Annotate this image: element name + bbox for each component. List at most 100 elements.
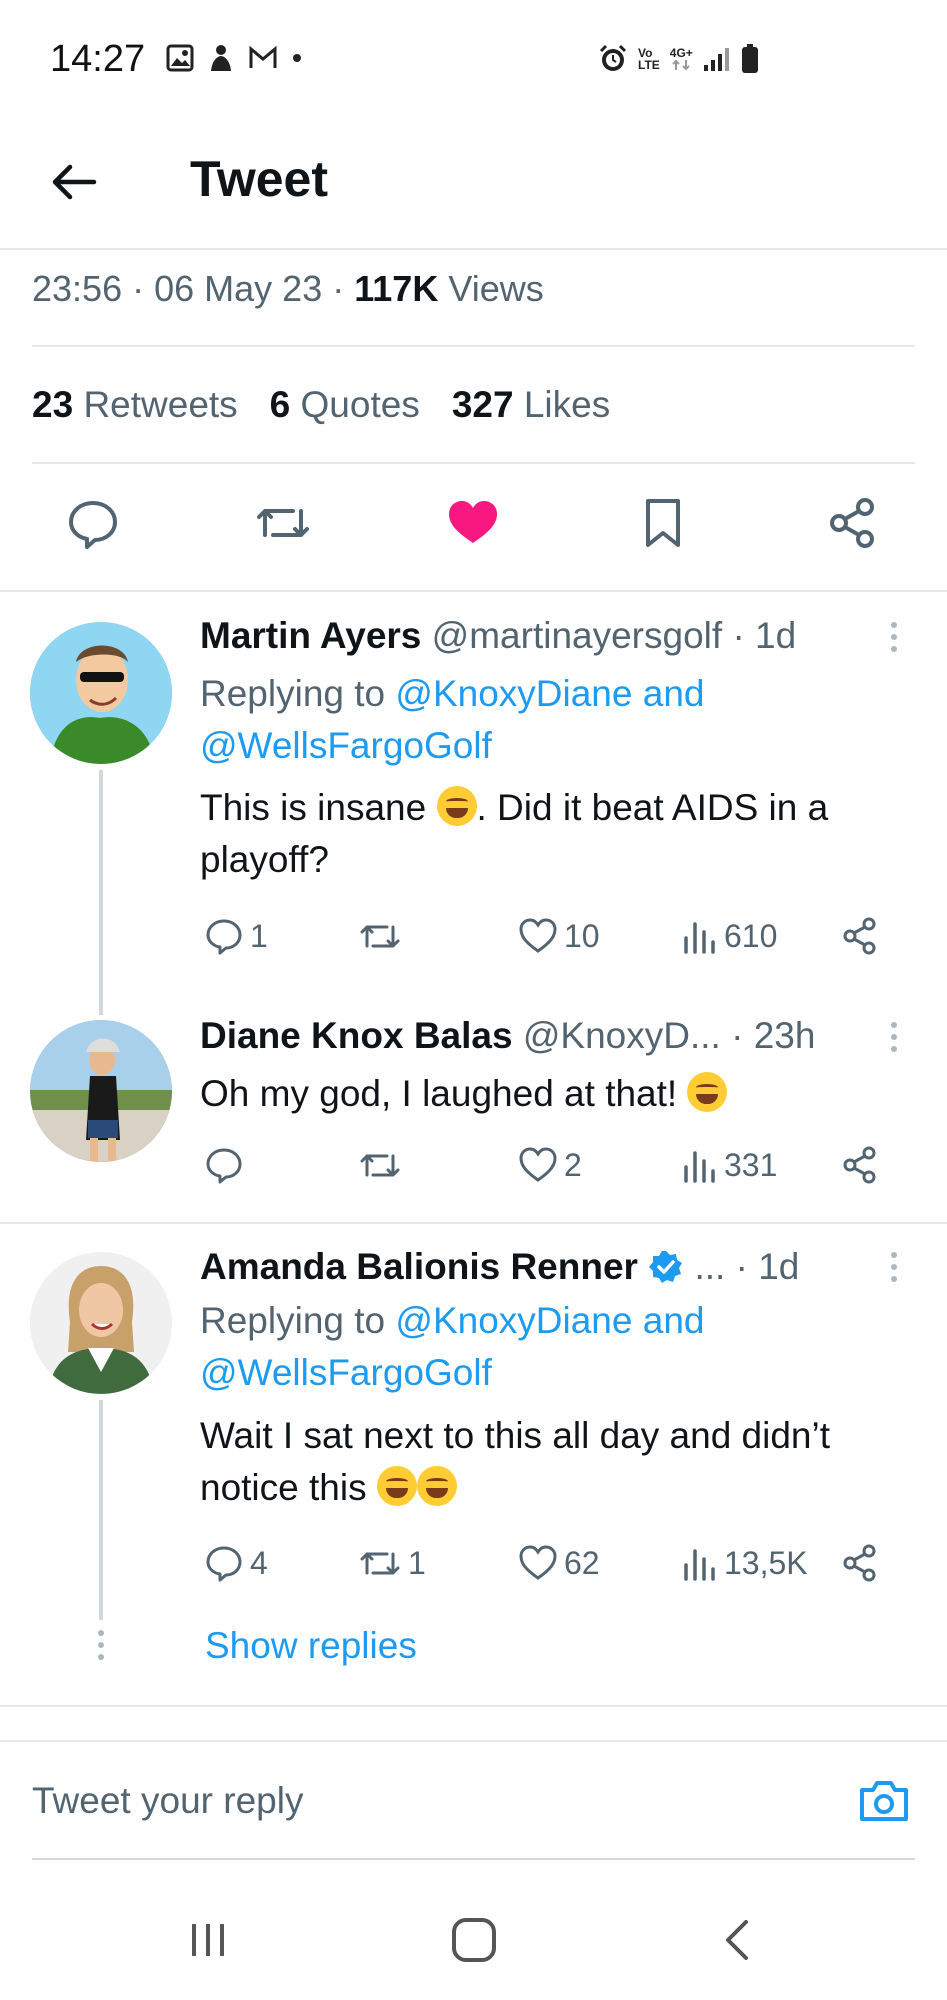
- reply-icon: [206, 919, 242, 955]
- status-bar: 14:27 Vo LTE 4G+: [0, 0, 947, 120]
- volte-lte-label: LTE: [638, 58, 660, 72]
- retweet-button[interactable]: 1: [358, 1543, 426, 1583]
- likes-stat[interactable]: 327 Likes: [452, 384, 610, 426]
- like-button[interactable]: 62: [518, 1543, 600, 1583]
- reply-text-part: Wait I sat next to this all day and didn…: [200, 1415, 831, 1456]
- rofl-emoji-icon: [416, 1466, 457, 1506]
- quotes-stat[interactable]: 6 Quotes: [270, 384, 420, 426]
- reply-actions: 2 331: [200, 1145, 900, 1195]
- reply-text-part: playoff?: [200, 839, 329, 880]
- author-handle[interactable]: @martinayersgolf: [432, 615, 723, 656]
- views-count[interactable]: 117K: [354, 268, 438, 309]
- retweet-button[interactable]: [358, 916, 408, 956]
- page-title: Tweet: [190, 151, 328, 207]
- heart-icon: [519, 918, 557, 953]
- author-handle[interactable]: @KnoxyD...: [523, 1015, 721, 1056]
- share-icon[interactable]: [820, 490, 886, 556]
- like-button[interactable]: 2: [518, 1145, 582, 1185]
- retweet-icon: [360, 1552, 400, 1575]
- thread-continue-dots-icon: [91, 1630, 111, 1670]
- reply-icon[interactable]: [60, 490, 126, 556]
- share-button[interactable]: [840, 1543, 880, 1583]
- rofl-emoji-icon: [376, 1466, 417, 1506]
- quotes-count: 6: [269, 384, 291, 425]
- reply-input[interactable]: Tweet your reply: [32, 1780, 303, 1822]
- author-name[interactable]: Amanda Balionis Renner: [200, 1246, 638, 1287]
- avatar[interactable]: [30, 622, 172, 764]
- show-replies-link[interactable]: Show replies: [205, 1625, 417, 1667]
- retweets-count: 23: [32, 384, 74, 425]
- author-handle[interactable]: ...: [695, 1246, 726, 1287]
- like-button[interactable]: 10: [518, 916, 600, 956]
- mention-link[interactable]: @WellsFargoGolf: [200, 1352, 492, 1393]
- home-icon[interactable]: [444, 1910, 504, 1970]
- replying-to: Replying to @KnoxyDiane and @WellsFargoG…: [200, 668, 704, 772]
- reply-button[interactable]: [204, 1145, 250, 1185]
- divider: [0, 1705, 947, 1707]
- thread-line: [99, 1400, 103, 1620]
- share-button[interactable]: [840, 916, 880, 956]
- back-button[interactable]: [44, 152, 104, 212]
- heart-icon: [519, 1147, 557, 1182]
- views-icon: [684, 1549, 715, 1581]
- avatar[interactable]: [30, 1252, 172, 1394]
- share-icon: [843, 1544, 876, 1582]
- like-count: 62: [564, 1544, 600, 1581]
- mention-link[interactable]: @KnoxyDiane: [395, 1300, 632, 1341]
- tweet-time: 23:56: [32, 268, 123, 309]
- share-icon: [843, 1146, 876, 1184]
- camera-button[interactable]: [858, 1776, 910, 1824]
- views-label[interactable]: Views: [448, 268, 543, 309]
- retweet-icon: [360, 1154, 400, 1177]
- laughing-emoji-icon: [436, 786, 477, 826]
- avatar[interactable]: [30, 1020, 172, 1162]
- image-icon: [166, 44, 194, 72]
- thread-line: [99, 770, 103, 1015]
- recents-icon[interactable]: [178, 1910, 238, 1970]
- reply-header: Martin Ayers @martinayersgolf · 1d: [200, 615, 796, 657]
- reply-icon: [206, 1546, 242, 1582]
- reply-actions: 1 10 610: [200, 916, 900, 966]
- more-options-icon[interactable]: [884, 622, 904, 662]
- views-button[interactable]: 331: [682, 1145, 777, 1185]
- more-options-icon[interactable]: [884, 1252, 904, 1292]
- retweet-icon[interactable]: [250, 490, 316, 556]
- reply-header: Diane Knox Balas @KnoxyD... · 23h: [200, 1015, 815, 1057]
- liked-heart-icon[interactable]: [440, 490, 506, 556]
- back-icon[interactable]: [708, 1910, 768, 1970]
- retweet-icon: [360, 925, 400, 948]
- mention-link[interactable]: @KnoxyDiane: [395, 673, 632, 714]
- views-button[interactable]: 13,5K: [682, 1543, 808, 1583]
- share-button[interactable]: [840, 1145, 880, 1185]
- view-count: 331: [724, 1146, 778, 1183]
- reply-button[interactable]: 1: [204, 916, 268, 956]
- replying-prefix: Replying to: [200, 673, 386, 714]
- reply-button[interactable]: 4: [204, 1543, 268, 1583]
- retweet-button[interactable]: [358, 1145, 408, 1185]
- meta-separator: ·: [132, 268, 155, 309]
- likes-count: 327: [451, 384, 514, 425]
- reply-actions: 4 1 62 13,5K: [200, 1543, 900, 1593]
- more-options-icon[interactable]: [884, 1022, 904, 1062]
- reply-icon: [206, 1148, 242, 1184]
- person-icon: [208, 44, 234, 72]
- reply-text: This is insane . Did it beat AIDS in a p…: [200, 782, 900, 886]
- reply-text-part: . Did it beat AIDS in a: [476, 787, 829, 828]
- views-button[interactable]: 610: [682, 916, 777, 956]
- bookmark-icon[interactable]: [630, 490, 696, 556]
- author-name[interactable]: Diane Knox Balas: [200, 1015, 513, 1056]
- replying-and: and: [642, 673, 705, 714]
- reply-text-part: notice this: [200, 1467, 367, 1508]
- reply-time: · 1d: [732, 615, 797, 656]
- verified-badge-icon: [649, 1251, 683, 1283]
- retweets-stat[interactable]: 23 Retweets: [32, 384, 238, 426]
- app-header: Tweet: [0, 130, 947, 250]
- mention-link[interactable]: @WellsFargoGolf: [200, 725, 492, 766]
- view-count: 13,5K: [724, 1544, 808, 1581]
- author-name[interactable]: Martin Ayers: [200, 615, 421, 656]
- network-4g-icon: 4G+: [670, 47, 693, 71]
- network-4g-label: 4G+: [669, 46, 693, 60]
- replying-prefix: Replying to: [200, 1300, 386, 1341]
- divider: [0, 1222, 947, 1224]
- reply-header: Amanda Balionis Renner ... · 1d: [200, 1246, 799, 1288]
